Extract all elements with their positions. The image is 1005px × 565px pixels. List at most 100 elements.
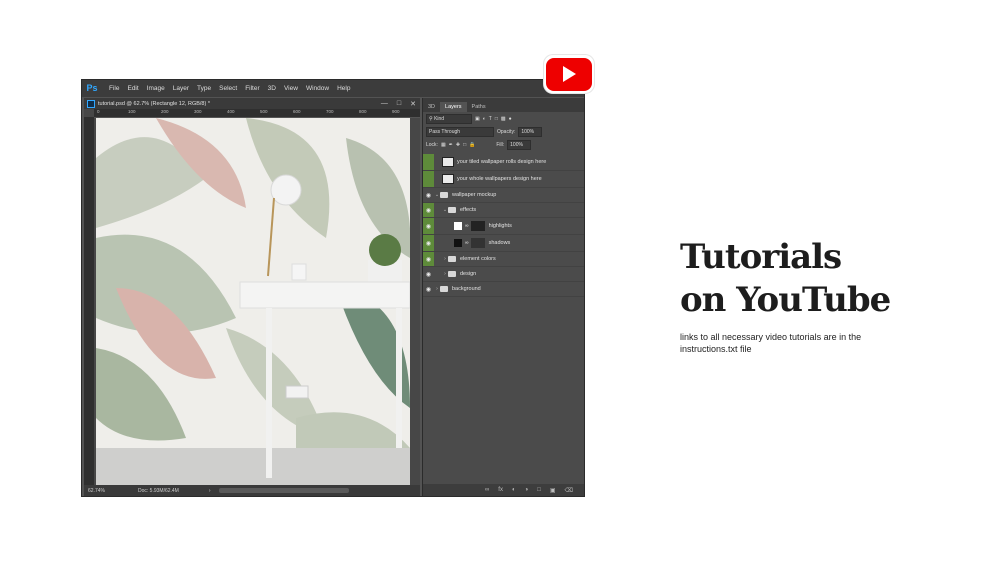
ruler-vertical [84, 117, 94, 485]
menu-select[interactable]: Select [215, 85, 241, 92]
window-controls: — □ ✕ [381, 98, 416, 109]
lock-move-icon[interactable]: ✚ [456, 142, 460, 148]
promo-title: Tutorials on YouTube [680, 236, 990, 322]
promo-title-line1: Tutorials [680, 237, 842, 277]
menu-window[interactable]: Window [302, 85, 333, 92]
layer-row[interactable]: your whole wallpapers design here [423, 171, 584, 188]
layer-row[interactable]: ◉ › element colors [423, 252, 584, 267]
eye-icon[interactable]: ◉ [423, 235, 434, 251]
filter-shape-icon[interactable]: □ [495, 116, 498, 122]
trash-icon[interactable]: ⌫ [565, 487, 573, 494]
document-info: Doc: 5.93M/62.4M [138, 487, 179, 494]
folder-icon [440, 286, 448, 292]
menu-bar: Ps File Edit Image Layer Type Select Fil… [82, 80, 584, 97]
kind-filter-select[interactable]: ⚲ Kind [426, 113, 472, 124]
filter-toggle-icon[interactable]: ● [509, 116, 512, 122]
layer-name: background [452, 286, 481, 292]
menu-edit[interactable]: Edit [123, 85, 142, 92]
tab-3d[interactable]: 3D [423, 102, 440, 112]
folder-icon [440, 192, 448, 198]
youtube-badge[interactable] [544, 55, 594, 93]
eye-icon[interactable]: ◉ [423, 218, 434, 234]
kind-label: Kind [434, 115, 445, 122]
search-icon: ⚲ [429, 115, 433, 122]
lock-label: Lock: [426, 141, 438, 148]
eye-icon[interactable]: ◉ [423, 282, 434, 296]
tab-layers[interactable]: Layers [440, 102, 467, 112]
eye-icon[interactable]: ◉ [423, 188, 434, 202]
opacity-input[interactable]: 100% [518, 126, 543, 137]
menu-3d[interactable]: 3D [264, 85, 280, 92]
photoshop-logo: Ps [86, 83, 98, 93]
document-tab[interactable]: tutorial.psd @ 62.7% (Rectangle 12, RGB/… [84, 98, 420, 109]
visibility-toggle[interactable] [423, 154, 434, 170]
add-mask-icon[interactable]: ◐ [512, 487, 516, 493]
ruler-mark: 600 [293, 109, 301, 114]
menu-type[interactable]: Type [193, 85, 215, 92]
menu-help[interactable]: Help [333, 85, 354, 92]
youtube-logo-background [546, 57, 592, 91]
layer-row[interactable]: ◉ › background [423, 282, 584, 297]
document-title: tutorial.psd @ 62.7% (Rectangle 12, RGB/… [98, 100, 210, 107]
lock-pixels-icon[interactable]: ▦ [441, 142, 446, 148]
filter-smart-icon[interactable]: ▩ [501, 116, 506, 122]
image-canvas[interactable] [96, 118, 410, 485]
filter-adjust-icon[interactable]: ◐ [483, 116, 486, 122]
fill-input[interactable]: 100% [507, 139, 532, 150]
layer-thumbnail [454, 239, 462, 247]
opacity-label: Opacity: [497, 128, 516, 135]
folder-icon [448, 207, 456, 213]
ruler-horizontal: 0 100 200 300 400 500 600 700 800 900 [94, 109, 420, 118]
layer-row[interactable]: ◉ ∞ shadows [423, 235, 584, 252]
blend-mode-select[interactable]: Pass Through [426, 126, 494, 137]
layer-row[interactable]: your tiled wallpaper rolls design here [423, 154, 584, 171]
ruler-mark: 200 [161, 109, 169, 114]
layer-name: shadows [488, 240, 511, 246]
mask-thumbnail [470, 221, 485, 231]
maximize-icon[interactable]: □ [397, 100, 401, 107]
ruler-mark: 800 [359, 109, 367, 114]
filter-type-icon[interactable]: T [489, 116, 492, 122]
minimize-icon[interactable]: — [381, 100, 388, 107]
menu-view[interactable]: View [280, 85, 302, 92]
new-layer-icon[interactable]: ▣ [550, 487, 556, 494]
layer-row[interactable]: ◉ › design [423, 267, 584, 282]
adjustment-layer-icon[interactable]: ◑ [525, 487, 529, 493]
menu-file[interactable]: File [105, 85, 123, 92]
filter-pixel-icon[interactable]: ▣ [475, 116, 480, 122]
layer-name: element colors [460, 256, 496, 262]
layer-name: effects [460, 207, 477, 213]
close-icon[interactable]: ✕ [410, 100, 416, 108]
lock-artboard-icon[interactable]: □ [463, 142, 466, 148]
status-arrow-icon[interactable]: › [209, 488, 211, 494]
menu-image[interactable]: Image [143, 85, 169, 92]
zoom-level[interactable]: 62.74% [88, 488, 128, 494]
link-icon: ∞ [465, 240, 469, 246]
document-area: tutorial.psd @ 62.7% (Rectangle 12, RGB/… [84, 98, 420, 496]
layer-row[interactable]: ◉ ⌄ wallpaper mockup [423, 188, 584, 203]
visibility-toggle[interactable] [423, 171, 434, 187]
link-layers-icon[interactable]: ∞ [485, 487, 489, 493]
folder-icon [448, 256, 456, 262]
layer-row[interactable]: ◉ ∞ highlights [423, 218, 584, 235]
layer-filter-row: ⚲ Kind ▣ ◐ T □ ▩ ● [423, 112, 584, 125]
layers-panel-footer: ∞ fx ◐ ◑ □ ▣ ⌫ [423, 484, 584, 496]
fill-label: Fill: [496, 141, 505, 148]
layer-style-icon[interactable]: fx [498, 487, 503, 493]
menu-layer[interactable]: Layer [169, 85, 193, 92]
new-group-icon[interactable]: □ [537, 487, 541, 493]
layer-row[interactable]: ◉ ⌄ effects [423, 203, 584, 218]
eye-icon[interactable]: ◉ [423, 252, 434, 266]
ruler-mark: 100 [128, 109, 136, 114]
ruler-mark: 400 [227, 109, 235, 114]
blend-row: Pass Through Opacity: 100% [423, 125, 584, 138]
horizontal-scrollbar[interactable] [218, 488, 349, 493]
menu-filter[interactable]: Filter [241, 85, 263, 92]
eye-icon[interactable]: ◉ [423, 267, 434, 281]
lock-brush-icon[interactable]: ✒ [449, 142, 453, 148]
status-bar: 62.74% Doc: 5.93M/62.4M › [84, 485, 420, 496]
eye-icon[interactable]: ◉ [423, 203, 434, 217]
lock-all-icon[interactable]: 🔒 [469, 142, 475, 148]
tab-paths[interactable]: Paths [467, 102, 491, 112]
panel-tabs: 3D Layers Paths [423, 98, 584, 112]
